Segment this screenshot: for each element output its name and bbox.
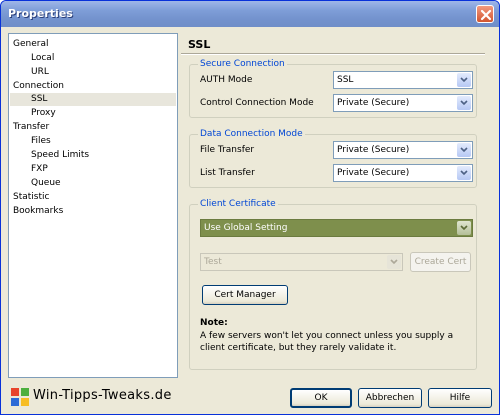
tree-item-general[interactable]: General — [13, 38, 48, 50]
certificate-select[interactable]: Test — [200, 253, 403, 271]
list-transfer-value: Private (Secure) — [337, 168, 410, 178]
tree-item-speed-limits[interactable]: Speed Limits — [31, 149, 89, 161]
note-title: Note: — [200, 318, 228, 328]
client-certificate-group: Client Certificate Use Global Setting Te… — [189, 198, 477, 370]
certificate-setting-select[interactable]: Use Global Setting — [200, 219, 473, 237]
control-mode-value: Private (Secure) — [337, 98, 410, 108]
file-transfer-label: File Transfer — [200, 145, 255, 155]
cert-manager-button[interactable]: Cert Manager — [202, 285, 288, 305]
cancel-button[interactable]: Abbrechen — [358, 388, 422, 408]
file-transfer-select[interactable]: Private (Secure) — [333, 141, 473, 159]
list-transfer-select[interactable]: Private (Secure) — [333, 164, 473, 182]
chevron-down-icon[interactable] — [457, 221, 471, 235]
title-bar[interactable]: Properties — [1, 1, 499, 27]
tree-item-proxy[interactable]: Proxy — [31, 107, 56, 119]
chevron-down-icon[interactable] — [457, 166, 471, 180]
file-transfer-value: Private (Secure) — [337, 145, 410, 155]
chevron-down-icon[interactable] — [457, 73, 471, 87]
auth-mode-select[interactable]: SSL — [333, 71, 473, 89]
auth-mode-value: SSL — [337, 75, 354, 85]
window-title: Properties — [8, 7, 73, 20]
control-mode-select[interactable]: Private (Secure) — [333, 94, 473, 112]
help-button[interactable]: Hilfe — [428, 388, 492, 408]
data-connection-group: Data Connection Mode File Transfer Priva… — [189, 128, 477, 188]
tree-item-queue[interactable]: Queue — [31, 177, 61, 189]
secure-connection-group: Secure Connection AUTH Mode SSL Control … — [189, 58, 477, 118]
client-certificate-legend: Client Certificate — [198, 198, 278, 210]
close-button[interactable] — [476, 5, 494, 23]
list-transfer-label: List Transfer — [200, 168, 255, 178]
create-cert-button[interactable]: Create Cert — [410, 252, 471, 272]
brand-watermark: Win-Tipps-Tweaks.de — [33, 388, 172, 403]
ok-button[interactable]: OK — [290, 388, 352, 408]
panel-divider-highlight — [181, 54, 485, 55]
close-icon — [480, 9, 492, 21]
chevron-down-icon[interactable] — [387, 255, 401, 269]
tree-item-bookmarks[interactable]: Bookmarks — [13, 205, 63, 217]
secure-connection-legend: Secure Connection — [198, 58, 287, 70]
tree-item-url[interactable]: URL — [31, 66, 49, 78]
tree-item-statistic[interactable]: Statistic — [13, 191, 49, 203]
windows-logo-icon — [11, 388, 29, 406]
tree-item-fxp[interactable]: FXP — [31, 163, 48, 175]
control-mode-label: Control Connection Mode — [200, 98, 314, 108]
ssl-settings-panel: SSL Secure Connection AUTH Mode SSL Cont… — [181, 33, 485, 378]
tree-item-ssl-label: SSL — [31, 94, 48, 104]
tree-item-transfer[interactable]: Transfer — [13, 121, 49, 133]
certificate-setting-value: Use Global Setting — [204, 223, 288, 233]
tree-item-ssl-selected[interactable]: SSL — [10, 93, 176, 106]
certificate-value: Test — [204, 257, 222, 267]
tree-item-local[interactable]: Local — [31, 52, 54, 64]
data-connection-legend: Data Connection Mode — [198, 128, 305, 140]
properties-window: Properties General Local URL Connection … — [0, 0, 500, 415]
auth-mode-label: AUTH Mode — [200, 75, 253, 85]
note-text: A few servers won't let you connect unle… — [200, 331, 454, 353]
tree-item-files[interactable]: Files — [31, 135, 51, 147]
chevron-down-icon[interactable] — [457, 143, 471, 157]
tree-item-connection[interactable]: Connection — [13, 80, 64, 92]
panel-title: SSL — [188, 38, 211, 51]
chevron-down-icon[interactable] — [457, 96, 471, 110]
settings-tree[interactable]: General Local URL Connection SSL Proxy T… — [8, 33, 178, 378]
